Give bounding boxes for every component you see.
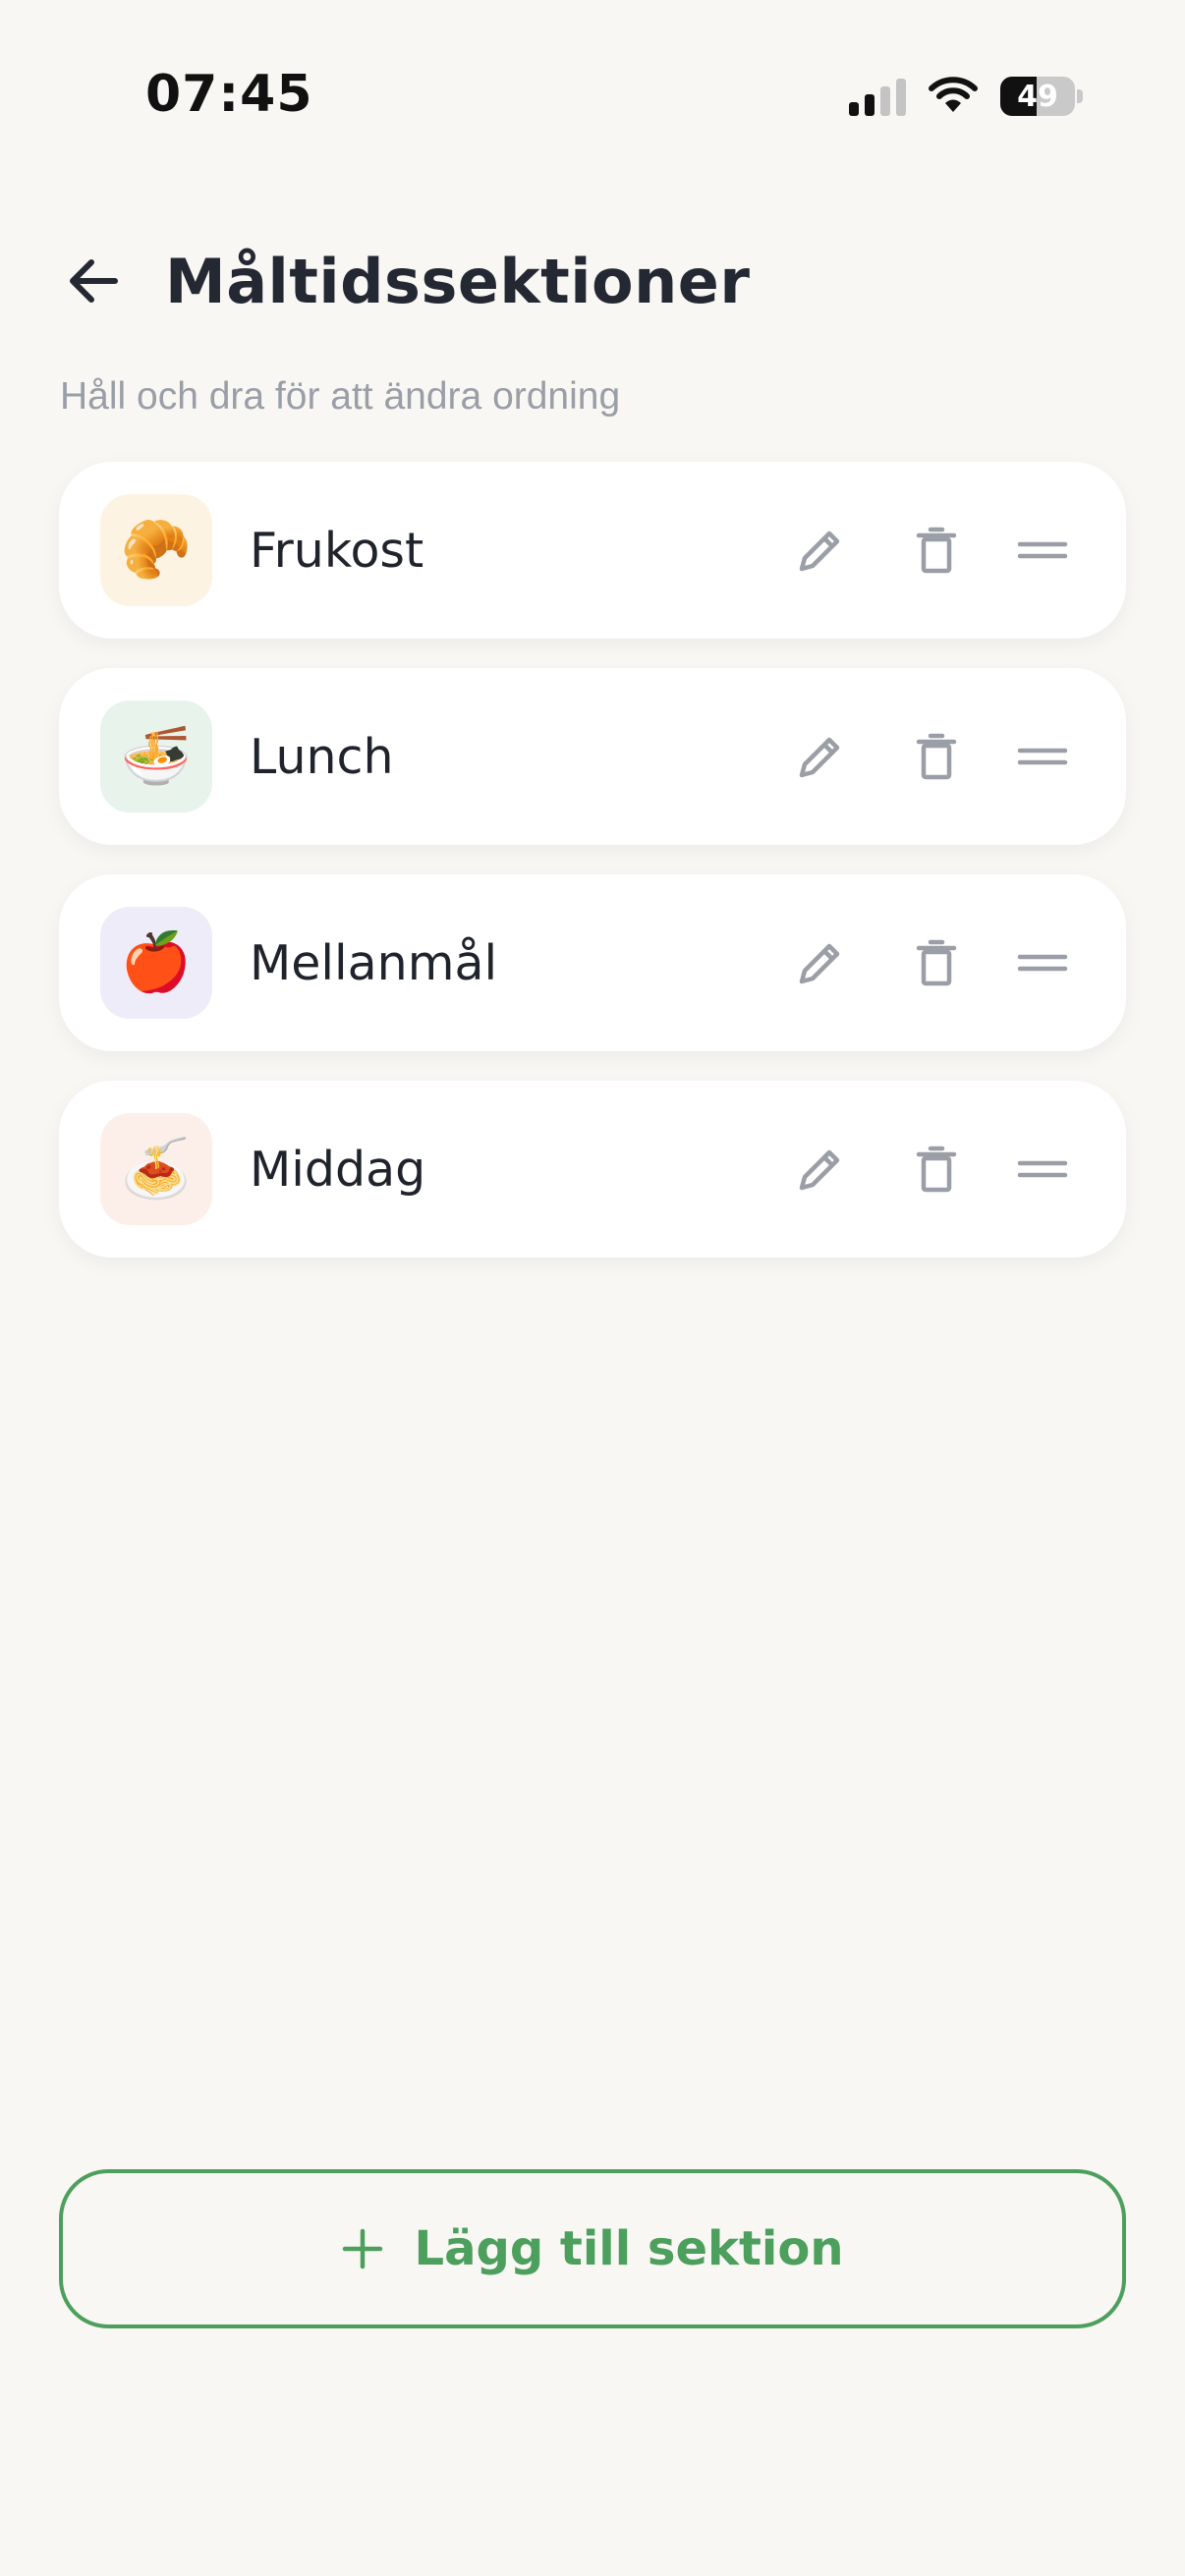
- plus-icon: [341, 2227, 384, 2270]
- apple-icon: 🍎: [100, 907, 212, 1019]
- pencil-icon: [799, 531, 840, 572]
- page-header: Måltidssektioner: [59, 232, 750, 330]
- delete-button[interactable]: [902, 1135, 971, 1204]
- add-section-button[interactable]: Lägg till sektion: [59, 2169, 1126, 2328]
- wifi-icon: [928, 75, 979, 119]
- drag-handle[interactable]: [1008, 722, 1077, 791]
- arrow-left-icon: [70, 259, 118, 303]
- edit-button[interactable]: [786, 928, 855, 997]
- drag-handle[interactable]: [1008, 1135, 1077, 1204]
- section-row-mellanmal[interactable]: 🍎 Mellanmål: [59, 874, 1126, 1051]
- status-bar: 07:45 49: [0, 0, 1185, 187]
- section-list: 🥐 Frukost 🍜 Lunch 🍎 Mellanmål 🍝 Middag: [59, 462, 1126, 1287]
- drag-handle-icon: [1017, 541, 1068, 559]
- delete-button[interactable]: [902, 722, 971, 791]
- status-icons: 49: [849, 71, 1083, 122]
- spaghetti-icon: 🍝: [100, 1113, 212, 1225]
- row-actions: [786, 874, 1077, 1051]
- back-button[interactable]: [59, 247, 128, 315]
- drag-handle-icon: [1017, 748, 1068, 765]
- delete-button[interactable]: [902, 928, 971, 997]
- drag-handle-icon: [1017, 954, 1068, 972]
- section-name: Lunch: [250, 728, 394, 785]
- delete-button[interactable]: [902, 516, 971, 585]
- pencil-icon: [799, 943, 840, 984]
- section-name: Middag: [250, 1141, 426, 1198]
- row-actions: [786, 1081, 1077, 1258]
- battery-percent: 49: [1017, 79, 1058, 114]
- drag-handle[interactable]: [1008, 516, 1077, 585]
- row-actions: [786, 668, 1077, 845]
- trash-icon: [916, 1146, 957, 1193]
- edit-button[interactable]: [786, 516, 855, 585]
- cellular-signal-icon: [849, 77, 906, 116]
- trash-icon: [916, 939, 957, 986]
- section-name: Frukost: [250, 522, 424, 579]
- section-row-lunch[interactable]: 🍜 Lunch: [59, 668, 1126, 845]
- drag-handle[interactable]: [1008, 928, 1077, 997]
- section-row-frukost[interactable]: 🥐 Frukost: [59, 462, 1126, 639]
- section-row-middag[interactable]: 🍝 Middag: [59, 1081, 1126, 1258]
- add-section-label: Lägg till sektion: [414, 2221, 844, 2276]
- trash-icon: [916, 527, 957, 574]
- pencil-icon: [799, 737, 840, 778]
- battery-icon: 49: [1000, 77, 1075, 116]
- page-title: Måltidssektioner: [165, 245, 751, 317]
- drag-handle-icon: [1017, 1160, 1068, 1178]
- pencil-icon: [799, 1149, 840, 1191]
- row-actions: [786, 462, 1077, 639]
- reorder-hint: Håll och dra för att ändra ordning: [60, 375, 621, 418]
- edit-button[interactable]: [786, 1135, 855, 1204]
- section-name: Mellanmål: [250, 934, 498, 991]
- noodle-bowl-icon: 🍜: [100, 700, 212, 812]
- status-time: 07:45: [145, 65, 313, 124]
- trash-icon: [916, 733, 957, 780]
- edit-button[interactable]: [786, 722, 855, 791]
- croissant-icon: 🥐: [100, 494, 212, 606]
